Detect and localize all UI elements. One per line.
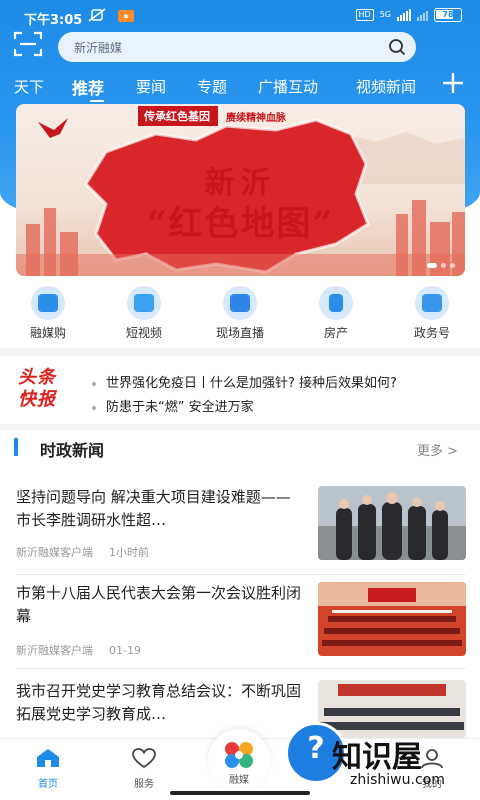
news-meta: 新沂融媒客户端 1小时前 [16, 544, 149, 560]
quick-entry-live[interactable]: 现场直播 [200, 286, 280, 341]
ticker-item[interactable]: 防患于未“燃” 安全进万家 [92, 396, 464, 415]
section-accent-bar [14, 438, 18, 456]
quick-entry-short-video[interactable]: 短视频 [104, 286, 184, 341]
tab-topics[interactable]: 专题 [197, 76, 227, 97]
search-placeholder: 新沂融媒 [74, 41, 123, 55]
play-icon [127, 286, 161, 320]
news-meta: 新沂融媒客户端 01-19 [16, 642, 141, 658]
vibrate-off-icon [88, 7, 106, 27]
banner-title-line2: “红色地图” [146, 204, 335, 244]
signal-icon [397, 9, 411, 21]
scan-icon[interactable] [12, 30, 44, 58]
quick-entry-real-estate[interactable]: 房产 [296, 286, 376, 341]
ticker-item-text: 防患于未“燃” 安全进万家 [106, 400, 254, 415]
ticker-item-text: 世界强化免疫日丨什么是加强针? 接种后效果如何? [106, 376, 397, 391]
quick-entry-row: 融媒购 短视频 现场直播 房产 政务号 [0, 286, 480, 346]
quick-entry-label: 短视频 [125, 326, 162, 340]
tab-important-news[interactable]: 要闻 [136, 76, 166, 97]
tab-video-news[interactable]: 视频新闻 [356, 76, 416, 97]
app-notification-icon: ▪ [118, 10, 134, 22]
nav-service[interactable]: 服务 [114, 747, 174, 790]
banner-tag: 传承红色基因 赓续精神血脉 [138, 106, 286, 126]
nav-label: 服务 [134, 779, 154, 790]
battery-icon: 78 [434, 8, 462, 22]
news-source: 新沂融媒客户端 [16, 644, 93, 657]
news-thumbnail [318, 486, 466, 560]
add-channel-icon[interactable] [440, 70, 466, 96]
news-thumbnail [318, 582, 466, 656]
ticker-logo-line2: 快报 [18, 389, 56, 410]
quick-entry-label: 融媒购 [29, 326, 66, 340]
nav-label: 首页 [38, 779, 58, 790]
battery-level: 78 [442, 10, 454, 19]
home-icon [37, 749, 59, 767]
section-separator [0, 424, 480, 430]
video-camera-icon [223, 286, 257, 320]
channel-tabs: 天下 推荐 要闻 专题 广播互动 视频新闻 [0, 72, 430, 102]
news-divider [16, 668, 466, 669]
headline-flash-logo: 头条 快报 [18, 367, 76, 411]
building-icon [319, 286, 353, 320]
ticker-item[interactable]: 世界强化免疫日丨什么是加强针? 接种后效果如何? [92, 372, 464, 391]
quick-entry-label: 现场直播 [215, 326, 264, 340]
quick-entry-label: 房产 [323, 326, 348, 340]
quick-entry-government[interactable]: 政务号 [392, 286, 472, 341]
active-tab-indicator [90, 100, 104, 102]
shopping-bag-icon [31, 286, 65, 320]
tab-broadcast[interactable]: 广播互动 [258, 76, 318, 97]
news-time: 1小时前 [109, 546, 149, 559]
government-icon [415, 286, 449, 320]
news-title: 坚持问题导向 解决重大项目建设难题——市长李胜调研水性超… [16, 488, 291, 529]
tab-recommend[interactable]: 推荐 [72, 75, 104, 99]
banner-carousel[interactable]: 传承红色基因 赓续精神血脉 新沂 “红色地图” [16, 104, 465, 276]
banner-tag-label: 传承红色基因 [138, 106, 218, 126]
news-source: 新沂融媒客户端 [16, 546, 93, 559]
news-item[interactable]: 市第十八届人民代表大会第一次会议胜利闭幕 新沂融媒客户端 01-19 [0, 582, 480, 658]
news-item[interactable]: 坚持问题导向 解决重大项目建设难题——市长李胜调研水性超… 新沂融媒客户端 1小时… [0, 486, 480, 562]
banner-tag-subtitle: 赓续精神血脉 [226, 112, 286, 124]
search-input[interactable]: 新沂融媒 [58, 32, 416, 62]
news-divider [16, 574, 466, 575]
home-indicator[interactable] [170, 791, 310, 795]
status-time: 下午3:05 [24, 13, 83, 28]
heart-icon [132, 748, 156, 769]
pinwheel-icon [225, 742, 253, 768]
quick-entry-rongmeigou[interactable]: 融媒购 [8, 286, 88, 341]
status-indicators: HD 5G 78 [355, 8, 462, 22]
watermark-brand: 知识屋 [332, 740, 422, 775]
hd-badge: HD [355, 9, 374, 21]
status-bar: 下午3:05 ▪ HD 5G 78 [0, 0, 480, 34]
nav-home[interactable]: 首页 [18, 747, 78, 790]
section-separator [0, 348, 480, 356]
more-link[interactable]: 更多 > [417, 440, 458, 459]
quick-entry-label: 政务号 [413, 326, 450, 340]
news-title: 我市召开党史学习教育总结会议：不断巩固拓展党史学习教育成… [16, 682, 302, 723]
section-title: 时政新闻 [40, 441, 105, 460]
search-icon[interactable] [388, 38, 406, 56]
nav-rongmei[interactable]: 融媒 [208, 729, 270, 791]
network-type: 5G [379, 10, 391, 19]
signal-icon-2 [417, 9, 428, 21]
news-title: 市第十八届人民代表大会第一次会议胜利闭幕 [16, 584, 302, 625]
user-icon [421, 749, 443, 769]
tab-tianxia[interactable]: 天下 [14, 76, 44, 97]
news-time: 01-19 [109, 644, 141, 657]
carousel-dots [427, 263, 455, 268]
watermark-url: zhishiwu.com [350, 772, 445, 788]
ticker-logo-line1: 头条 [18, 367, 56, 388]
news-thumbnail [318, 680, 466, 738]
